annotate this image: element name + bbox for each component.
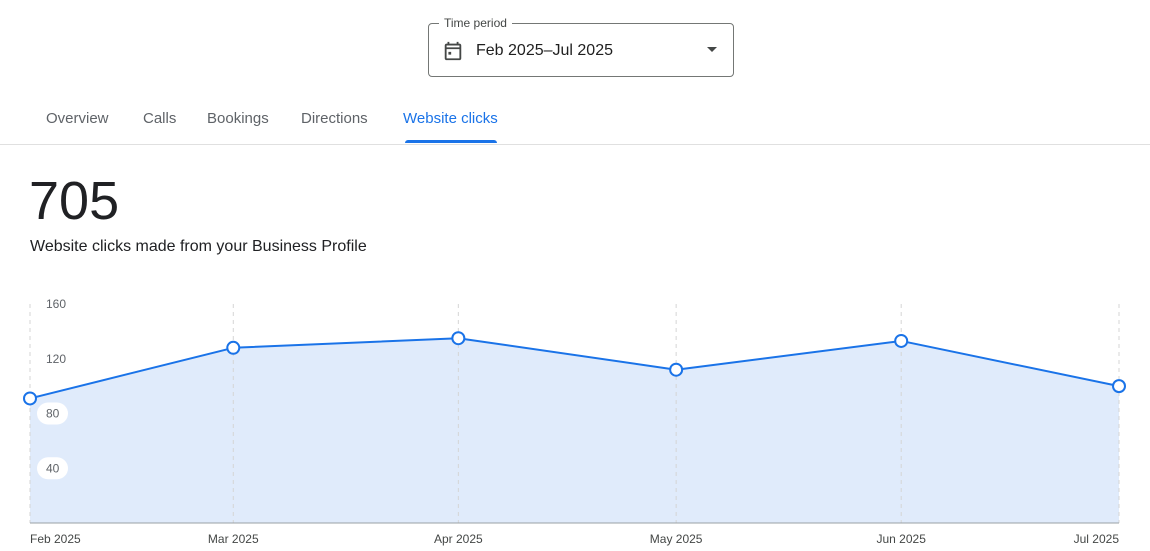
chart-ytick-label: 160 [46,297,66,311]
chart-ytick-label: 120 [46,352,66,366]
website-clicks-chart: 40 80 120 160 Feb 2025 Mar 2025 Apr 2025 May 20… [23,297,1126,546]
chart-data-point [669,362,684,377]
chart-data-point [23,391,37,406]
chart-ytick-label: 40 [46,461,60,475]
metric-tabs: Overview Calls Bookings Directions Websi… [0,97,1150,145]
chart-xtick-label: Feb 2025 [30,532,81,546]
tab-calls[interactable]: Calls [143,97,176,143]
dropdown-arrow-icon [707,47,717,52]
chart-xtick-label: Jul 2025 [1074,532,1120,546]
time-period-label: Time period [439,15,512,31]
chart-xtick-label: Jun 2025 [877,532,927,546]
chart-area-fill [30,338,1119,523]
time-period-select[interactable]: Time period Feb 2025–Jul 2025 [428,15,734,77]
chart-data-point [451,331,466,346]
metric-description: Website clicks made from your Business P… [30,238,367,255]
chart-xtick-label: Apr 2025 [434,532,483,546]
tab-bookings[interactable]: Bookings [207,97,269,143]
chart-xtick-label: Mar 2025 [208,532,259,546]
chart-xtick-label: May 2025 [650,532,703,546]
chart-ytick-label: 80 [46,407,60,421]
metric-total: 705 [29,171,120,231]
tab-overview[interactable]: Overview [46,97,109,143]
chart-data-point [226,340,241,355]
active-tab-indicator [405,140,497,143]
time-period-value: Feb 2025–Jul 2025 [476,42,613,59]
chart-data-point [894,333,909,348]
tab-website-clicks[interactable]: Website clicks [403,97,498,143]
chart-data-point [1112,379,1126,394]
calendar-icon [444,41,462,61]
tab-directions[interactable]: Directions [301,97,368,143]
